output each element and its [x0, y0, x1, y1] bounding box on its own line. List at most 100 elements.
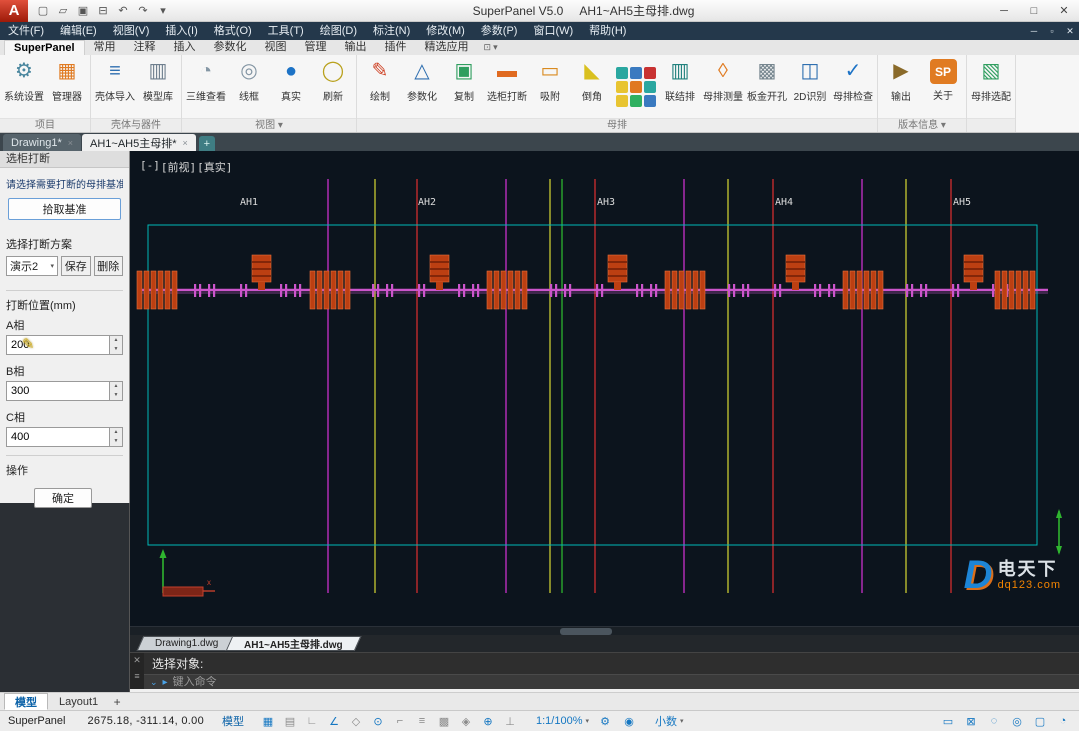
isodraft-icon[interactable]: ◇: [348, 715, 364, 728]
phase-spinner[interactable]: ▲ ▼: [110, 381, 123, 401]
app-logo[interactable]: A: [0, 0, 28, 22]
minimize-button[interactable]: ─: [989, 0, 1019, 21]
mini-tool-icon[interactable]: [644, 95, 656, 107]
wireframe-button[interactable]: ◎ 线框: [228, 56, 270, 118]
menu-item[interactable]: 绘图(D): [312, 22, 365, 40]
tab-output[interactable]: 输出: [336, 40, 376, 55]
command-input[interactable]: [172, 676, 1073, 688]
chamfer-button[interactable]: ◣ 倒角: [571, 56, 613, 118]
open-file-icon[interactable]: ▱: [54, 3, 72, 19]
model-library-button[interactable]: ▥ 模型库: [137, 56, 179, 118]
ribbon-panel-label[interactable]: 视图 ▾: [182, 118, 356, 132]
add-layout-button[interactable]: +: [109, 694, 125, 710]
parametric-busbar-button[interactable]: △ 参数化: [401, 56, 443, 118]
spinner-up-icon[interactable]: ▲: [110, 428, 122, 437]
doc-minimize-button[interactable]: ─: [1025, 26, 1043, 36]
joint-bar-button[interactable]: ▥ 联结排: [659, 56, 701, 118]
isolate-objects-icon[interactable]: ◌: [986, 715, 1002, 727]
phase-spinner[interactable]: ▲ ▼: [110, 427, 123, 447]
save-icon[interactable]: ▣: [74, 3, 92, 19]
recognize-2d-button[interactable]: ◫ 2D识别: [789, 56, 831, 118]
ribbon-panel-label[interactable]: 版本信息 ▾: [878, 118, 966, 132]
menu-item[interactable]: 参数(P): [473, 22, 526, 40]
qat-menu-icon[interactable]: ▾: [154, 3, 172, 19]
save-scheme-button[interactable]: 保存: [61, 256, 91, 276]
model-tab[interactable]: 模型: [4, 693, 48, 710]
doc-restore-button[interactable]: ▫: [1043, 26, 1061, 36]
annotation-scale-control[interactable]: 1:1/100% ▾: [536, 715, 589, 727]
tab-manage[interactable]: 管理: [296, 40, 336, 55]
clock-icon[interactable]: ◔: [1055, 715, 1071, 727]
ribbon-panel-label[interactable]: 壳体与器件: [91, 118, 181, 132]
phase-c-input[interactable]: [6, 427, 110, 447]
osnap-tracking-icon[interactable]: ⌐: [392, 715, 408, 728]
horizontal-scrollbar[interactable]: [130, 626, 1079, 635]
spinner-up-icon[interactable]: ▲: [110, 382, 122, 391]
ribbon-display-toggle-icon[interactable]: ⊡ ▾: [484, 40, 498, 55]
osnap-icon[interactable]: ⊙: [370, 715, 386, 728]
tab-featured-apps[interactable]: 精选应用: [416, 40, 478, 55]
mini-tool-icon[interactable]: [644, 81, 656, 93]
draw-busbar-button[interactable]: ✎ 绘制: [359, 56, 401, 118]
grid-icon[interactable]: ▦: [260, 715, 276, 728]
mini-tool-icon[interactable]: [616, 67, 628, 79]
viewport-control[interactable]: [真实]: [197, 159, 232, 175]
redo-icon[interactable]: ↷: [134, 3, 152, 19]
quick-properties-icon[interactable]: ▭: [940, 715, 956, 728]
doc-tab-ah1-ah5[interactable]: AH1~AH5主母排* ×: [82, 134, 196, 151]
close-button[interactable]: ✕: [1049, 0, 1079, 21]
mini-tool-icon[interactable]: [616, 95, 628, 107]
lineweight-icon[interactable]: ≡: [414, 715, 430, 728]
menu-item[interactable]: 插入(I): [157, 22, 205, 40]
workspace-label[interactable]: SuperPanel: [8, 715, 66, 727]
tab-view[interactable]: 视图: [256, 40, 296, 55]
menu-item[interactable]: 帮助(H): [581, 22, 634, 40]
mini-tool-icon[interactable]: [630, 95, 642, 107]
mini-tool-icon[interactable]: [630, 81, 642, 93]
file-tab-drawing1[interactable]: Drawing1.dwg: [136, 636, 237, 651]
tab-home[interactable]: 常用: [85, 40, 125, 55]
drawing-canvas[interactable]: AH1 AH2 AH3 AH4 AH5 x [-] [前视] [真实] D 电天下 dq123…: [130, 151, 1079, 635]
maximize-button[interactable]: □: [1019, 0, 1049, 21]
manager-button[interactable]: ▦ 管理器: [46, 56, 88, 118]
command-customize-icon[interactable]: ⌄: [150, 677, 158, 688]
scrollbar-thumb[interactable]: [560, 628, 612, 635]
menu-item[interactable]: 文件(F): [0, 22, 52, 40]
polar-tracking-icon[interactable]: ∠: [326, 715, 342, 728]
print-icon[interactable]: ⊟: [94, 3, 112, 19]
pick-datum-button[interactable]: 拾取基准: [8, 198, 121, 220]
export-button[interactable]: ▶ 输出: [880, 56, 922, 118]
file-tab-ah1-ah5[interactable]: AH1~AH5主母排.dwg: [226, 636, 362, 651]
menu-item[interactable]: 编辑(E): [52, 22, 105, 40]
doc-tab-drawing1[interactable]: Drawing1* ×: [3, 134, 82, 151]
mini-tool-icon[interactable]: [644, 67, 656, 79]
view-3d-button[interactable]: ◔ 三维查看: [184, 56, 228, 118]
mini-tool-icon[interactable]: [616, 81, 628, 93]
spinner-up-icon[interactable]: ▲: [110, 336, 122, 345]
phase-spinner[interactable]: ▲ ▼: [110, 335, 123, 355]
osnap-3d-icon[interactable]: ⊕: [480, 715, 496, 728]
menu-item[interactable]: 工具(T): [260, 22, 312, 40]
ortho-icon[interactable]: ∟: [304, 715, 320, 728]
shell-import-button[interactable]: ≡ 壳体导入: [93, 56, 137, 118]
spinner-down-icon[interactable]: ▼: [110, 437, 122, 446]
model-space-toggle[interactable]: 模型: [222, 713, 244, 729]
phase-a-input[interactable]: [6, 335, 110, 355]
snap-attach-button[interactable]: ▭ 吸附: [529, 56, 571, 118]
busbar-check-button[interactable]: ✓ 母排检查: [831, 56, 875, 118]
phase-b-input[interactable]: [6, 381, 110, 401]
viewport-control[interactable]: [前视]: [161, 159, 196, 175]
viewport-control[interactable]: [-]: [140, 159, 160, 175]
selection-cycling-icon[interactable]: ◈: [458, 715, 474, 728]
cabinet-break-button[interactable]: ▬ 选柜打断: [485, 56, 529, 118]
tab-parametric[interactable]: 参数化: [205, 40, 256, 55]
annotation-monitor-icon[interactable]: ◉: [621, 715, 637, 728]
ribbon-panel-label[interactable]: [967, 118, 1015, 132]
copy-busbar-button[interactable]: ▣ 复制: [443, 56, 485, 118]
palette-title[interactable]: 选柜打断: [0, 151, 129, 168]
tab-close-icon[interactable]: ×: [68, 138, 73, 148]
sheet-hole-button[interactable]: ▩ 板金开孔: [745, 56, 789, 118]
new-file-icon[interactable]: ▢: [34, 3, 52, 19]
busbar-mini-tools[interactable]: [613, 56, 659, 118]
command-close-icon[interactable]: ✕: [133, 655, 141, 666]
